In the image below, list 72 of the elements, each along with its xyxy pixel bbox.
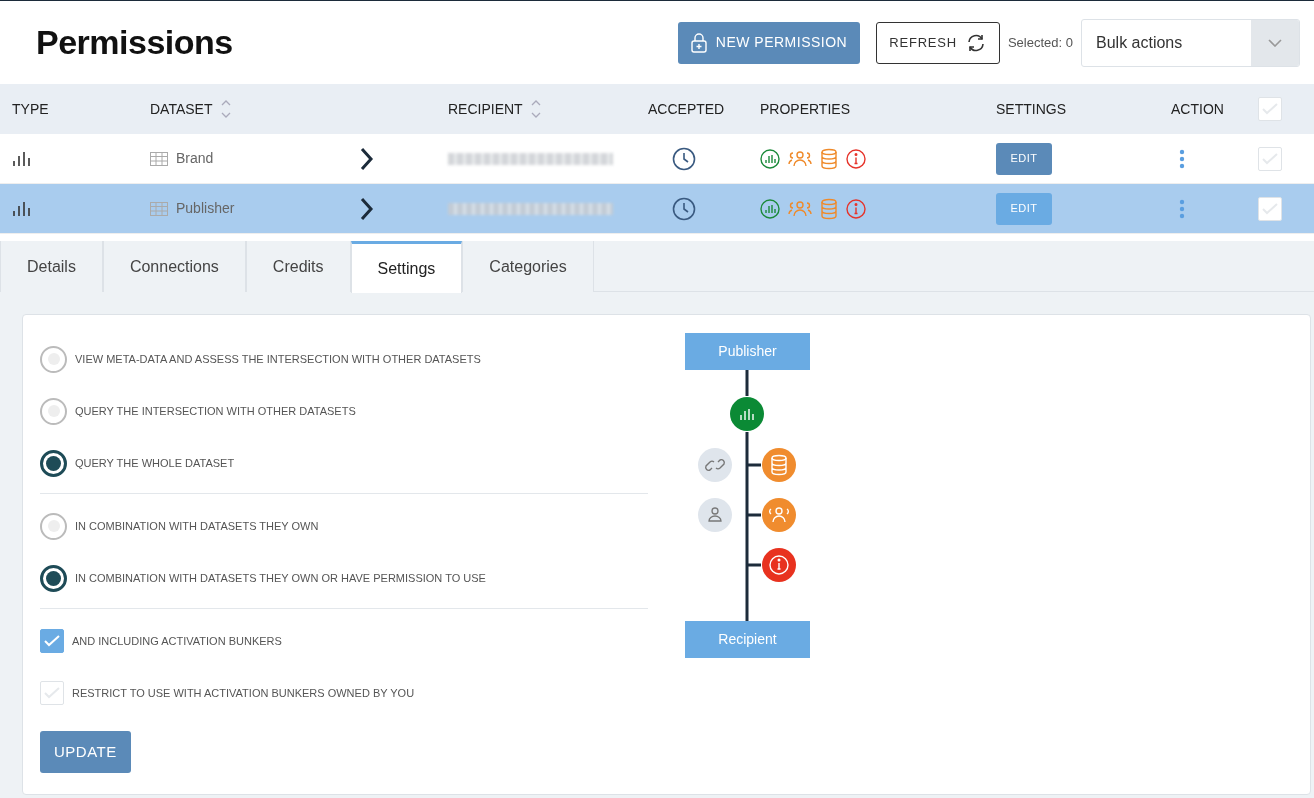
database-icon [820,147,838,170]
check-icon [44,635,60,647]
option-label: QUERY THE WHOLE DATASET [75,455,235,471]
info-icon [846,148,866,169]
lock-plus-icon [689,32,708,53]
radio-button[interactable] [40,345,67,373]
chevron-right-icon [360,146,374,171]
column-header: TYPE [12,99,49,119]
check-icon [1262,103,1278,115]
option-label: QUERY THE INTERSECTION WITH OTHER DATASETS [75,403,356,419]
people-icon [762,498,796,532]
link-icon [698,448,732,482]
people-icon [788,198,812,219]
table-icon [150,201,168,216]
bar-chart-circle-icon [760,148,780,169]
bulk-actions-select[interactable]: Bulk actions [1081,18,1300,67]
sort-icon[interactable] [530,99,541,119]
column-header: PROPERTIES [760,99,850,119]
bar-chart-icon [730,397,764,431]
row-checkbox[interactable] [1258,196,1282,221]
option-label: VIEW META-DATA AND ASSESS THE INTERSECTION WITH OTHER DATASETS [75,351,481,367]
check-icon [44,687,60,699]
column-header: ACCEPTED [648,99,725,119]
page-title: Permissions [36,22,233,63]
check-icon [1262,152,1278,165]
dataset-name: Publisher [176,199,235,218]
chevron-down-icon [1268,38,1282,47]
option-label: IN COMBINATION WITH DATASETS THEY OWN OR HAVE PERMISSION TO USE [75,570,486,586]
chevron-right-icon [360,196,374,221]
bar-chart-icon [12,149,32,168]
edit-button[interactable]: EDIT [996,142,1052,175]
update-button[interactable]: UPDATE [40,731,131,773]
info-icon [846,198,866,219]
new-permission-button[interactable]: NEW PERMISSION [677,21,861,64]
bar-chart-icon [12,199,32,218]
radio-button[interactable] [40,512,67,540]
column-header[interactable]: DATASET [150,98,213,120]
more-icon[interactable] [1179,198,1185,219]
checkbox[interactable] [40,629,64,653]
database-icon [820,197,838,220]
tab[interactable]: Details [0,241,103,292]
option-label: AND INCLUDING ACTIVATION BUNKERS [72,633,282,649]
more-icon[interactable] [1179,148,1185,169]
option-label: RESTRICT TO USE WITH ACTIVATION BUNKERS OWNED BY YOU [72,685,415,701]
tab[interactable]: Settings [350,241,463,293]
radio-button[interactable] [40,564,67,592]
tab[interactable]: Connections [102,241,246,292]
column-header: SETTINGS [996,99,1066,119]
sort-icon[interactable] [220,99,231,119]
radio-button[interactable] [40,397,67,425]
clock-icon [672,146,696,171]
source-node: Publisher [685,333,810,370]
column-header[interactable]: RECIPIENT [448,98,523,120]
refresh-button[interactable]: REFRESH [876,21,1000,64]
radio-button[interactable] [40,449,67,477]
option-label: IN COMBINATION WITH DATASETS THEY OWN [75,518,319,534]
bar-chart-circle-icon [760,198,780,219]
clock-icon [672,196,696,221]
user-icon [698,498,732,532]
table-icon [150,151,168,166]
tab[interactable]: Credits [245,241,351,292]
database-icon [762,448,796,482]
row-checkbox[interactable] [1258,146,1282,171]
info-icon [762,548,796,582]
selected-count: Selected: 0 [1007,33,1073,52]
tab[interactable]: Categories [462,241,594,292]
check-icon [1262,202,1278,215]
column-header: ACTION [1171,99,1224,119]
dataset-name: Brand [176,149,214,168]
target-node: Recipient [685,621,810,658]
people-icon [788,148,812,169]
select-all-checkbox[interactable] [1258,97,1282,121]
